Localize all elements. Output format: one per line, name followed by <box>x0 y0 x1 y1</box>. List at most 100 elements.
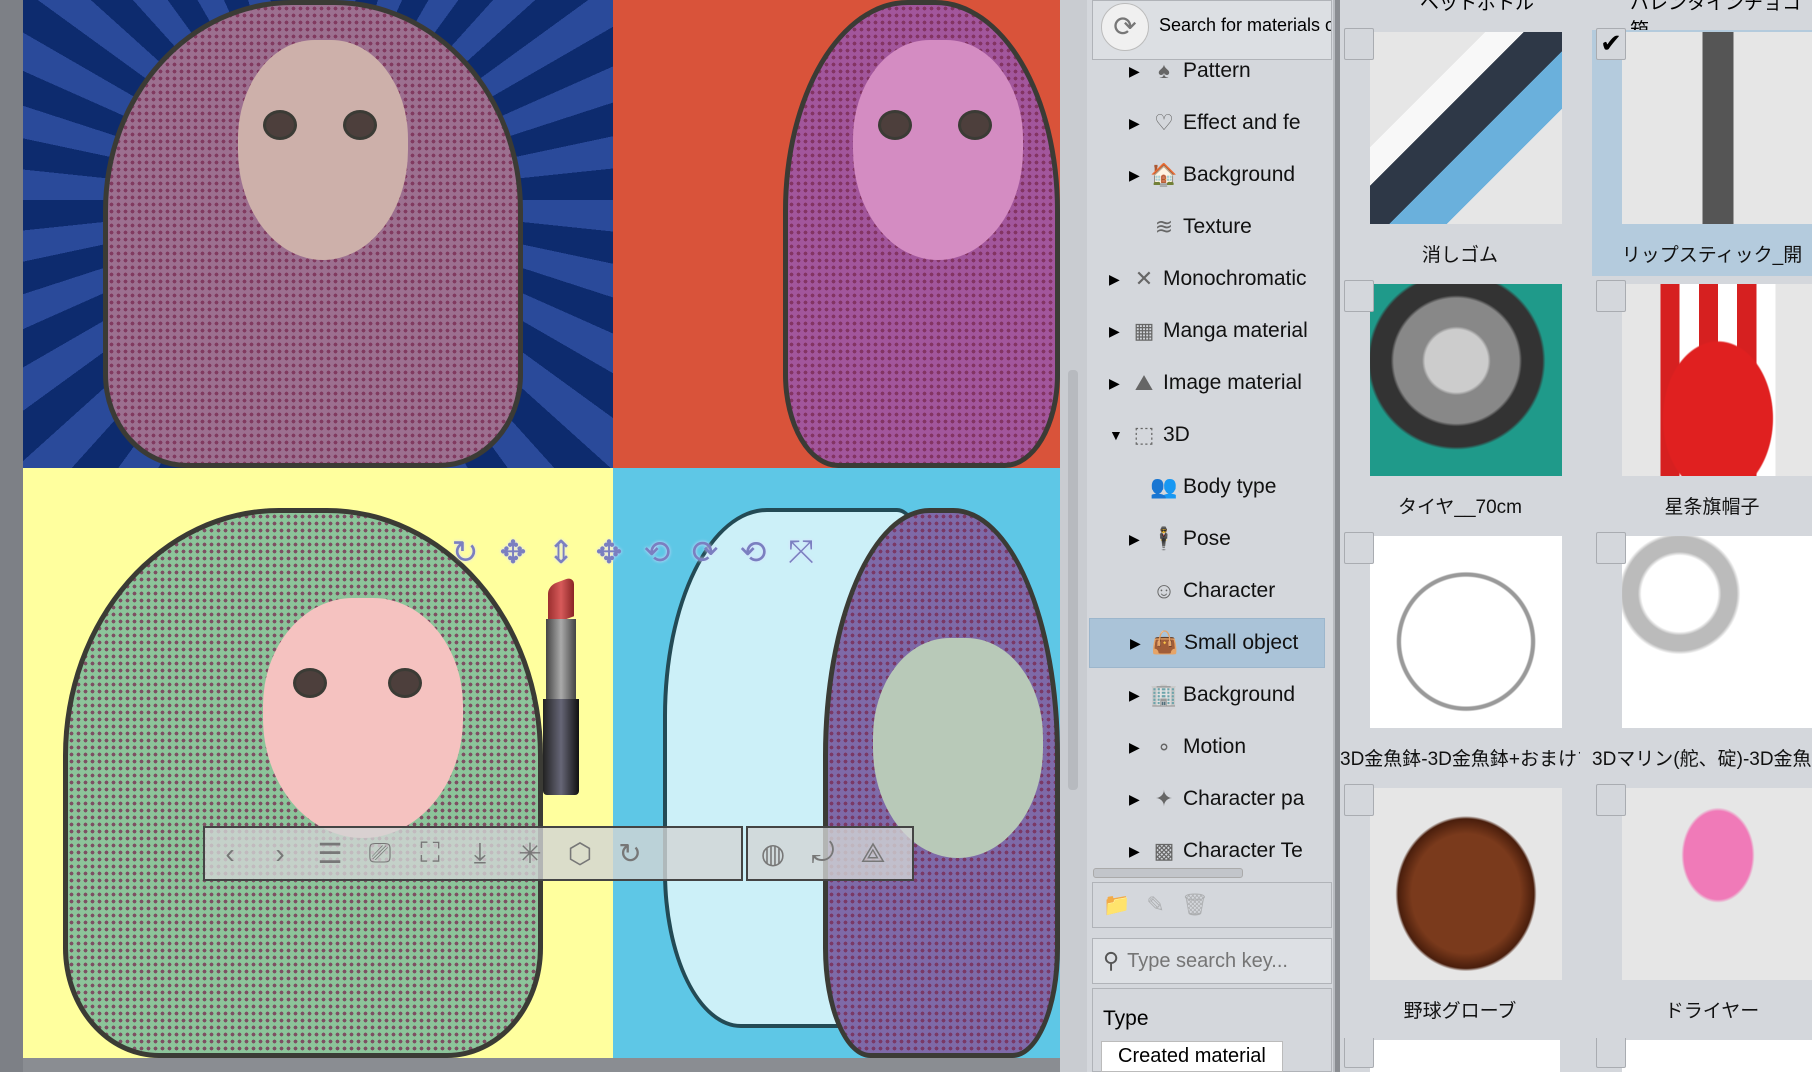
material-cell[interactable] <box>1592 1038 1812 1072</box>
light-source-icon[interactable]: ◍ <box>748 829 798 879</box>
tree-item-label: Background <box>1183 683 1296 706</box>
expand-triangle-icon[interactable]: ▶ <box>1129 63 1145 80</box>
material-thumbnail[interactable] <box>1622 1040 1812 1072</box>
delete-folder-icon[interactable]: 🗑 <box>1181 892 1209 918</box>
tree-item-pose[interactable]: ▶ 🕴 Pose <box>1089 514 1325 564</box>
material-checkbox[interactable] <box>1596 532 1626 564</box>
tree-item-label: Character <box>1183 579 1276 602</box>
material-checkbox[interactable] <box>1344 784 1374 816</box>
tree-item-background[interactable]: ▶ 🏠 Background <box>1089 150 1325 200</box>
expand-triangle-icon[interactable]: ▶ <box>1129 531 1145 548</box>
reset-pose-icon[interactable]: ✳ <box>505 829 555 879</box>
material-thumbnail[interactable] <box>1370 1040 1560 1072</box>
expand-triangle-icon[interactable]: ▶ <box>1109 323 1125 340</box>
lipstick-3d-object[interactable] <box>540 576 584 795</box>
next-icon[interactable]: › <box>255 829 305 879</box>
search-online-button[interactable]: ⟳ Search for materials on <box>1092 0 1332 60</box>
ground-drop-icon[interactable]: ⤓ <box>455 829 505 879</box>
material-cell[interactable]: 3Dマリン(舵、碇)-3D金魚鉢+おまけ <box>1592 532 1812 780</box>
expand-triangle-icon[interactable]: ▶ <box>1109 271 1125 288</box>
tree-item-monochromatic[interactable]: ▶ ✕ Monochromatic <box>1089 254 1325 304</box>
reset-object-icon[interactable]: ⬡ <box>555 829 605 879</box>
body-type-icon: 👥 <box>1150 474 1178 499</box>
new-folder-icon[interactable]: 📁 <box>1103 892 1130 918</box>
tree-item-small-object[interactable]: ▶ 👜 Small object <box>1089 618 1325 668</box>
material-cell[interactable]: ✔ リップスティック_開 <box>1592 28 1812 276</box>
material-cell[interactable]: 消しゴム <box>1340 28 1562 276</box>
tree-item-3d[interactable]: ▼ ⬚ 3D <box>1089 410 1325 460</box>
type-label: Type <box>1103 1007 1149 1030</box>
object-rotate-xy-icon[interactable]: ⟳ <box>683 530 727 574</box>
object-rotate-icon[interactable]: ⟲ <box>635 530 679 574</box>
expand-triangle-icon[interactable]: ▶ <box>1130 635 1146 652</box>
object-rotate-z-icon[interactable]: ⟲ <box>731 530 775 574</box>
tree-item-body-type[interactable]: 👥 Body type <box>1089 462 1325 512</box>
tree-item-motion[interactable]: ▶ ∘ Motion <box>1089 722 1325 772</box>
tree-item-effect-and-fe[interactable]: ▶ ♡ Effect and fe <box>1089 98 1325 148</box>
camera-dolly-icon[interactable]: ⇕ <box>539 530 583 574</box>
expand-triangle-icon[interactable]: ▶ <box>1129 791 1145 808</box>
material-checkbox[interactable] <box>1344 280 1374 312</box>
material-thumbnail[interactable] <box>1370 788 1562 980</box>
material-thumbnail[interactable] <box>1370 536 1562 728</box>
object-list-icon[interactable]: ☰ <box>305 829 355 879</box>
material-cell[interactable]: 3D金魚鉢-3D金魚鉢+おまけマリン素材 <box>1340 532 1580 780</box>
tree-item-label: Pose <box>1183 527 1231 550</box>
material-thumbnail[interactable] <box>1370 32 1562 224</box>
object-extra-toolbar: ◍ ⤾ ⟁ <box>746 826 914 881</box>
expand-triangle-icon[interactable]: ▶ <box>1129 843 1145 860</box>
expand-triangle-icon[interactable]: ▶ <box>1129 687 1145 704</box>
tree-item-pattern[interactable]: ▶ ♠ Pattern <box>1089 62 1325 96</box>
material-cell[interactable]: 星条旗帽子 <box>1592 280 1812 528</box>
texture-stack-icon: ≋ <box>1154 214 1174 239</box>
object-scale-icon[interactable]: ⤧ <box>779 530 823 574</box>
canvas[interactable]: ↻ ✥ ⇕ ✥ ⟲ ⟳ ⟲ ⤧ ‹ › ☰ ⎚ ⛶ ⤓ ✳ ⬡ ↻ ◍ ⤾ ⟁ <box>23 0 1060 1058</box>
tree-item-character-pa[interactable]: ▶ ✦ Character pa <box>1089 774 1325 824</box>
material-label: 野球グローブ <box>1403 1001 1517 1022</box>
tree-item-manga-material[interactable]: ▶ ▦ Manga material <box>1089 306 1325 356</box>
material-rotate-icon[interactable]: ⤾ <box>798 829 848 879</box>
previous-icon[interactable]: ‹ <box>205 829 255 879</box>
material-checkbox[interactable] <box>1596 280 1626 312</box>
search-keyword-input[interactable] <box>1127 949 1318 973</box>
material-cell[interactable]: 野球グローブ <box>1340 784 1562 1032</box>
object-move-icon[interactable]: ✥ <box>587 530 631 574</box>
expand-triangle-icon[interactable]: ▶ <box>1109 375 1125 392</box>
edit-parts-icon[interactable]: ⟁ <box>848 829 898 879</box>
material-cell[interactable]: ドライヤー <box>1592 784 1812 1032</box>
material-checkbox[interactable] <box>1344 28 1374 60</box>
tree-item-label: Character pa <box>1183 787 1305 810</box>
heart-icon: ♡ <box>1154 110 1174 135</box>
material-checkbox[interactable] <box>1344 1038 1374 1068</box>
camera-angle-icon[interactable]: ⎚ <box>355 829 405 879</box>
material-cell[interactable]: タイヤ__70cm <box>1340 280 1562 528</box>
material-cell[interactable] <box>1340 1038 1560 1072</box>
material-thumbnail[interactable] <box>1622 32 1812 224</box>
tree-horizontal-scrollbar[interactable] <box>1093 868 1243 878</box>
material-thumbnail[interactable] <box>1622 284 1812 476</box>
tree-item-texture[interactable]: ≋ Texture <box>1089 202 1325 252</box>
search-keyword-box[interactable]: ⚲ <box>1092 938 1332 984</box>
fit-to-frame-icon[interactable]: ⛶ <box>405 829 455 879</box>
canvas-scrollbar[interactable] <box>1060 0 1087 1072</box>
expand-triangle-icon[interactable]: ▶ <box>1129 167 1145 184</box>
camera-rotate-icon[interactable]: ↻ <box>443 530 487 574</box>
tree-item-image-material[interactable]: ▶ ⛰ Image material <box>1089 358 1325 408</box>
material-checkbox[interactable] <box>1596 784 1626 816</box>
reset-rotation-icon[interactable]: ↻ <box>605 829 655 879</box>
material-thumbnail[interactable] <box>1622 536 1812 728</box>
expand-triangle-icon[interactable]: ▶ <box>1129 115 1145 132</box>
tree-item-character[interactable]: ☺ Character <box>1089 566 1325 616</box>
collapse-triangle-icon[interactable]: ▼ <box>1109 427 1125 443</box>
material-thumbnail[interactable] <box>1370 284 1562 476</box>
camera-pan-icon[interactable]: ✥ <box>491 530 535 574</box>
rename-folder-icon[interactable]: ✎ <box>1146 892 1164 918</box>
tree-item-background[interactable]: ▶ 🏢 Background <box>1089 670 1325 720</box>
material-checkbox[interactable]: ✔ <box>1596 28 1626 60</box>
material-checkbox[interactable] <box>1596 1038 1626 1068</box>
type-created-material-button[interactable]: Created material <box>1101 1041 1283 1072</box>
material-checkbox[interactable] <box>1344 532 1374 564</box>
cube-icon: ⬚ <box>1133 422 1155 447</box>
expand-triangle-icon[interactable]: ▶ <box>1129 739 1145 756</box>
material-thumbnail[interactable] <box>1622 788 1812 980</box>
